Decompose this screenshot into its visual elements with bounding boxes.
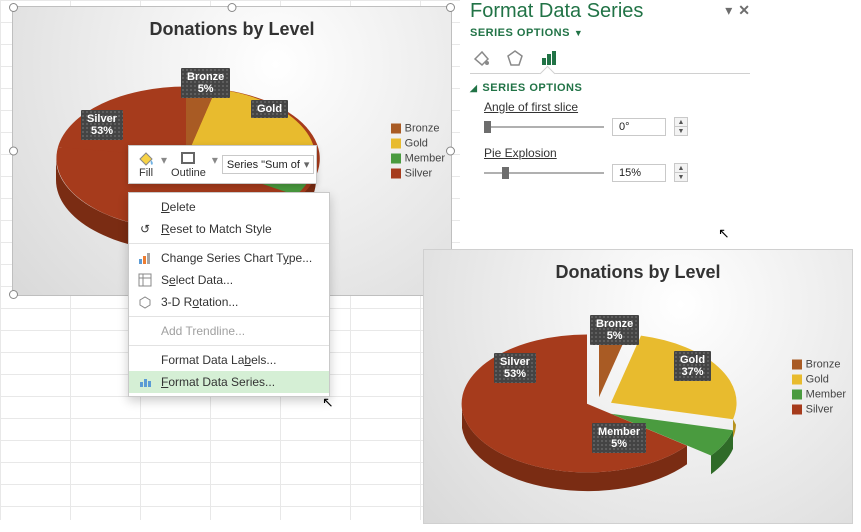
chart-legend: Bronze Gold Member Silver [391,120,445,183]
fill-tab-icon[interactable] [470,47,492,69]
ctx-select-data[interactable]: Select Data... [129,269,329,291]
fill-button[interactable]: Fill [131,148,161,181]
angle-spinner[interactable]: ▲▼ [674,117,688,136]
series-options-tab-icon[interactable] [538,47,560,69]
ctx-format-data-labels[interactable]: Format Data Labels... [129,349,329,371]
ctx-format-data-series[interactable]: Format Data Series... [129,371,329,393]
explosion-slider[interactable] [484,172,604,174]
effects-tab-icon[interactable] [504,47,526,69]
chart-title: Donations by Level [432,262,844,283]
explosion-spinner[interactable]: ▲▼ [674,163,688,182]
data-label-silver: Silver53% [81,110,123,140]
series-options-section[interactable]: ◢SERIES OPTIONS [470,82,750,94]
series-selector[interactable]: Series "Sum of▾ [222,155,315,174]
ctx-3d-rotation[interactable]: 3-D Rotation... [129,291,329,313]
format-data-series-panel: ▾ ✕ Format Data Series SERIES OPTIONS▼ ◢… [470,0,750,192]
explosion-label: Pie Explosion [484,146,750,160]
angle-slider[interactable] [484,126,604,128]
data-label-gold: Gold [251,100,288,118]
chart-legend: Bronze Gold Member Silver [792,355,846,418]
close-icon[interactable]: ✕ [738,2,750,19]
panel-dropdown-icon[interactable]: ▾ [725,2,732,19]
context-menu: Delete ↺Reset to Match Style Change Seri… [128,192,330,397]
data-label-bronze: Bronze5% [181,68,230,98]
explosion-value-input[interactable]: 15% [612,164,666,182]
data-label-gold: Gold37% [674,351,711,381]
ctx-delete[interactable]: Delete [129,196,329,218]
mini-toolbar: Fill ▾ Outline ▾ Series "Sum of▾ [128,145,317,184]
pie-chart-exploded[interactable]: Bronze5% Gold37% Member5% Silver53% [442,291,844,501]
chart-donations-exploded[interactable]: Donations by Level [423,249,853,524]
panel-icon-tabs [470,47,750,69]
series-options-selector[interactable]: SERIES OPTIONS▼ [470,27,750,39]
angle-value-input[interactable]: 0° [612,118,666,136]
cursor-icon: ↖ [718,225,730,242]
ctx-add-trendline: Add Trendline... [129,320,329,342]
ctx-reset[interactable]: ↺Reset to Match Style [129,218,329,240]
ctx-change-chart-type[interactable]: Change Series Chart Type... [129,247,329,269]
angle-label: Angle of first slice [484,100,750,114]
data-label-bronze: Bronze5% [590,315,639,345]
chart-title: Donations by Level [21,19,443,40]
panel-title: Format Data Series [470,0,750,23]
data-label-silver: Silver53% [494,353,536,383]
data-label-member: Member5% [592,423,646,453]
outline-button[interactable]: Outline [165,148,212,181]
